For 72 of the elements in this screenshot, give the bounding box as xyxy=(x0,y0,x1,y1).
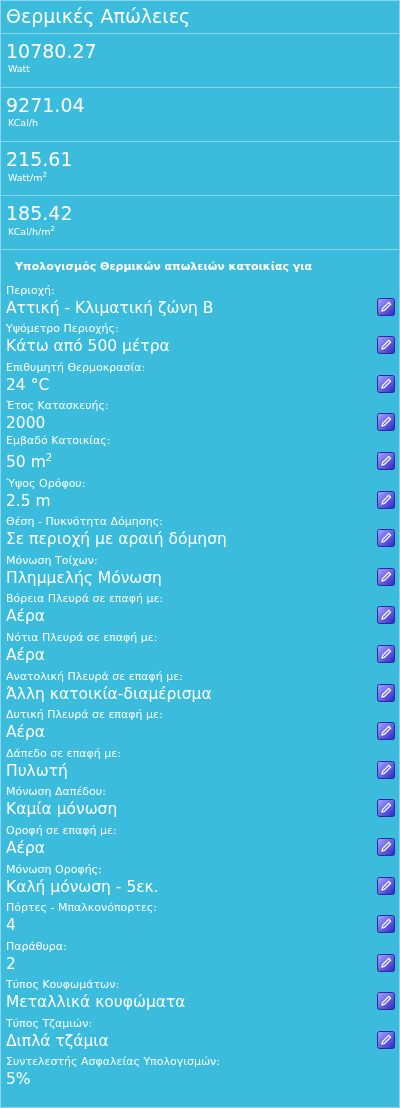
pencil-icon[interactable] xyxy=(377,953,395,972)
parameter-label: Τύπος Κουφωμάτων: xyxy=(6,978,120,993)
parameter-label: Οροφή σε επαφή με: xyxy=(6,823,117,838)
pencil-icon[interactable] xyxy=(377,915,395,934)
parameter-label: Έτος Κατασκευής: xyxy=(6,399,109,414)
parameter-value: Καλή μόνωση - 5εκ. xyxy=(6,876,159,897)
parameter-value: Διπλά τζάμια xyxy=(6,1030,109,1051)
parameter-value: 50 m$^{2}$ xyxy=(6,450,53,472)
pencil-icon[interactable] xyxy=(377,451,395,470)
pencil-icon[interactable] xyxy=(377,644,395,663)
result-value: 9271.04 xyxy=(6,94,85,116)
pencil-icon[interactable] xyxy=(377,567,395,586)
pencil-icon[interactable] xyxy=(377,799,395,818)
parameter-label: Υψόμετρο Περιοχής: xyxy=(6,322,119,337)
result-value: 215.61 xyxy=(6,148,73,170)
parameter-value: 4 xyxy=(6,915,16,936)
result-unit: KCal/h/m$^{2}$ xyxy=(8,225,55,238)
parameter-value: Μεταλλικά κουφώματα xyxy=(6,992,186,1013)
pencil-icon[interactable] xyxy=(377,336,395,355)
parameter-label: Ανατολική Πλευρά σε επαφή με: xyxy=(6,669,183,684)
parameter-label: Μόνωση Τοίχων: xyxy=(6,553,98,568)
parameter-value: Αέρα xyxy=(6,722,46,743)
page-title: Θερμικές Απώλειες xyxy=(1,1,399,34)
pencil-icon[interactable] xyxy=(377,876,395,895)
pencil-icon[interactable] xyxy=(377,297,395,316)
parameter-label: Ύψος Ορόφου: xyxy=(6,476,86,491)
parameter-value: Άλλη κατοικία-διαμέρισμα xyxy=(6,683,212,704)
section-heading: Υπολογισμός Θερμικών απωλειών κατοικίας για xyxy=(14,259,314,275)
parameter-value: 5% xyxy=(6,1069,31,1090)
parameter-value: 2000 xyxy=(6,413,46,434)
parameter-label: Νότια Πλευρά σε επαφή με: xyxy=(6,630,158,645)
parameter-value: Καμία μόνωση xyxy=(6,799,118,820)
parameter-value: Πλημμελής Μόνωση xyxy=(6,567,162,588)
parameter-value: 2 xyxy=(6,953,16,974)
parameter-label: Μόνωση Οροφής: xyxy=(6,862,102,877)
pencil-icon[interactable] xyxy=(377,374,395,393)
pencil-icon[interactable] xyxy=(377,760,395,779)
parameter-value: Κάτω από 500 μέτρα xyxy=(6,336,170,357)
result-unit: Watt/m$^{2}$ xyxy=(8,171,47,184)
result-value: 185.42 xyxy=(6,202,73,224)
parameter-value: Αττική - Κλιματική ζώνη Β xyxy=(6,297,214,318)
result-value: 10780.27 xyxy=(6,40,97,62)
pencil-icon[interactable] xyxy=(377,606,395,625)
parameter-label: Βόρεια Πλευρά σε επαφή με: xyxy=(6,592,164,607)
pencil-icon[interactable] xyxy=(377,837,395,856)
pencil-icon[interactable] xyxy=(377,413,395,432)
parameter-label: Πόρτες - Μπαλκονόπορτες: xyxy=(6,901,157,916)
pencil-icon[interactable] xyxy=(377,529,395,548)
pencil-icon[interactable] xyxy=(377,992,395,1011)
parameter-label: Παράθυρα: xyxy=(6,939,67,954)
result-unit: KCal/h xyxy=(8,117,39,128)
parameter-label: Δάπεδο σε επαφή με: xyxy=(6,746,121,761)
parameter-label: Μόνωση Δαπέδου: xyxy=(6,785,106,800)
parameter-value: Αέρα xyxy=(6,644,46,665)
parameter-label: Εμβαδό Κατοικίας: xyxy=(6,433,111,448)
pencil-icon[interactable] xyxy=(377,1030,395,1049)
parameter-label: Συντελεστής Ασφαλείας Υπολογισμών: xyxy=(6,1055,220,1070)
parameter-label: Περιοχή: xyxy=(6,283,55,298)
pencil-icon[interactable] xyxy=(377,490,395,509)
parameter-value: Αέρα xyxy=(6,606,46,627)
parameter-value: 24 °C xyxy=(6,374,50,395)
parameter-value: Αέρα xyxy=(6,837,46,858)
parameter-label: Θέση - Πυκνότητα Δόμησης: xyxy=(6,515,163,530)
pencil-icon[interactable] xyxy=(377,722,395,741)
parameter-label: Επιθυμητή Θερμοκρασία: xyxy=(6,360,146,375)
pencil-icon[interactable] xyxy=(377,683,395,702)
parameter-label: Τύπος Τζαμιών: xyxy=(6,1016,93,1031)
result-unit: Watt xyxy=(8,63,31,74)
parameter-value: Πυλωτή xyxy=(6,760,68,781)
parameter-value: 2.5 m xyxy=(6,490,51,511)
parameter-value: Σε περιοχή με αραιή δόμηση xyxy=(6,529,227,550)
parameter-label: Δυτική Πλευρά σε επαφή με: xyxy=(6,708,163,723)
